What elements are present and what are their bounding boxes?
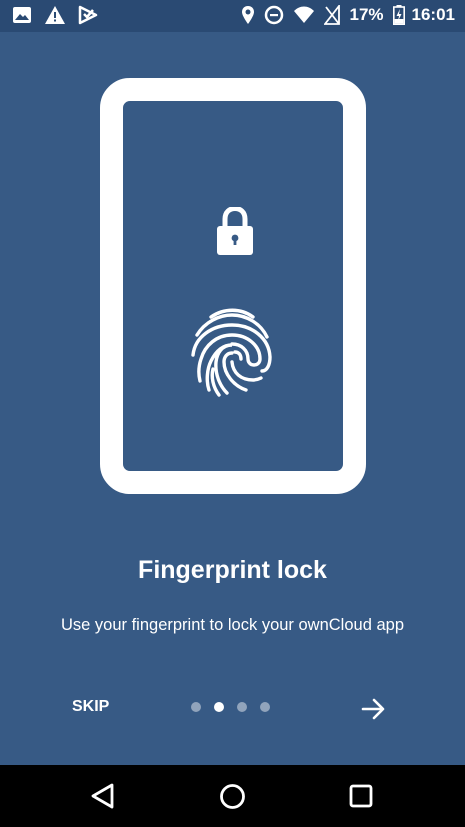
onboarding-screen: 17% 16:01 Fingerprint lock Use your fing… [0,0,465,827]
page-dot-3 [237,702,247,712]
page-title: Fingerprint lock [138,556,327,584]
fingerprint-icon [191,307,273,399]
warning-icon [44,5,66,25]
system-status-icons: 17% 16:01 [241,5,455,25]
battery-charging-icon [392,5,405,25]
lock-icon [217,207,253,255]
image-notification-icon [12,5,32,25]
no-sim-icon [324,5,341,25]
phone-screen [123,101,343,471]
back-icon[interactable] [90,783,116,809]
arrow-right-icon [356,694,390,724]
data-saver-icon [264,5,284,25]
page-dot-1 [191,702,201,712]
location-icon [241,5,255,25]
wifi-icon [293,6,315,24]
page-dot-2 [214,702,224,712]
page-dot-4 [260,702,270,712]
home-icon[interactable] [219,783,246,810]
page-description: Use your fingerprint to lock your ownClo… [60,616,404,634]
clock: 16:01 [411,5,455,24]
recents-icon[interactable] [349,784,373,808]
next-button[interactable] [356,694,390,724]
skip-button[interactable]: SKIP [64,696,117,718]
download-check-icon [78,5,98,25]
battery-percent: 17% [349,5,384,24]
phone-outline-icon [100,78,366,494]
page-indicator [191,702,270,712]
navigation-bar [0,765,465,827]
notification-icons [12,5,98,25]
status-bar: 17% 16:01 [0,0,465,32]
